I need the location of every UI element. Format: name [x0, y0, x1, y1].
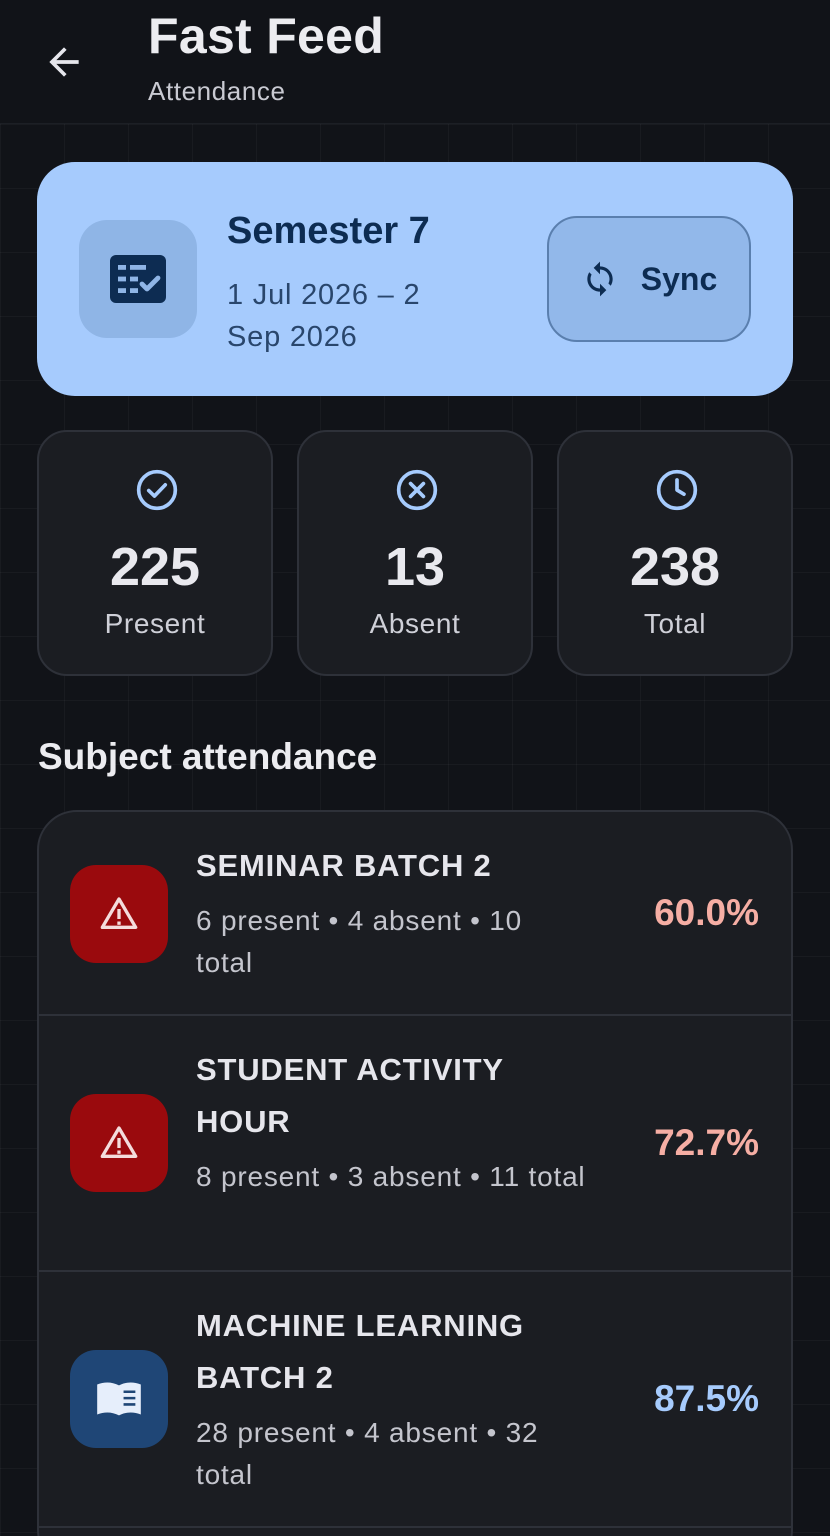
subject-list: SEMINAR BATCH 2 6 present • 4 absent • 1… [37, 810, 793, 1536]
checklist-icon [110, 255, 166, 303]
semester-card: Semester 7 1 Jul 2026 – 2 Sep 2026 Sync [37, 162, 793, 396]
sync-label: Sync [640, 260, 718, 297]
sync-icon [587, 261, 613, 297]
title-block: Fast Feed Attendance [148, 6, 384, 107]
book-icon [97, 1382, 141, 1416]
absent-label: Absent [369, 608, 461, 639]
semester-dates: 1 Jul 2026 – 2 Sep 2026 [227, 279, 421, 353]
subject-status-icon [70, 865, 168, 963]
page-subtitle: Attendance [148, 76, 286, 106]
subject-name: SEMINAR BATCH 2 [196, 848, 492, 883]
cancel-circle-icon [396, 469, 438, 511]
subject-percent: 60.0% [654, 892, 759, 933]
app-title: Fast Feed [148, 8, 385, 64]
arrow-back-icon [49, 47, 79, 77]
subject-row[interactable]: SEMINAR BATCH 2 6 present • 4 absent • 1… [39, 812, 791, 1016]
absent-count: 13 [384, 537, 446, 597]
stat-card-total: 238 Total [557, 430, 793, 676]
clock-icon [656, 469, 698, 511]
warning-icon [100, 897, 138, 929]
stat-card-present: 225 Present [37, 430, 273, 676]
present-count: 225 [109, 537, 201, 597]
subject-row[interactable]: STUDENT ACTIVITY HOUR 8 present • 3 abse… [39, 1016, 791, 1272]
subject-name: MACHINE LEARNING BATCH 2 [196, 1308, 524, 1395]
warning-icon [100, 1126, 138, 1158]
subject-detail: 8 present • 3 absent • 11 total [196, 1161, 586, 1192]
semester-icon-container [79, 220, 197, 338]
total-label: Total [643, 608, 707, 639]
subject-row[interactable]: MACHINE LEARNING BATCH 2 28 present • 4 … [39, 1272, 791, 1528]
subject-status-icon [70, 1350, 168, 1448]
check-circle-icon [136, 469, 178, 511]
back-button[interactable] [34, 34, 94, 90]
top-app-bar: Fast Feed Attendance [0, 0, 830, 124]
sync-button[interactable]: Sync [547, 216, 751, 342]
subject-percent: 87.5% [654, 1378, 759, 1419]
subject-name: STUDENT ACTIVITY HOUR [196, 1052, 504, 1139]
semester-title: Semester 7 [227, 210, 430, 252]
subject-detail: 28 present • 4 absent • 32 total [196, 1417, 539, 1490]
section-title: Subject attendance [38, 736, 378, 777]
subject-percent: 72.7% [654, 1122, 759, 1163]
app-screen: Fast Feed Attendance Semester 7 1 Jul 20… [0, 0, 830, 1536]
stat-card-absent: 13 Absent [297, 430, 533, 676]
subject-detail: 6 present • 4 absent • 10 total [196, 905, 523, 978]
total-count: 238 [629, 537, 721, 597]
subject-status-icon [70, 1094, 168, 1192]
present-label: Present [104, 608, 206, 639]
